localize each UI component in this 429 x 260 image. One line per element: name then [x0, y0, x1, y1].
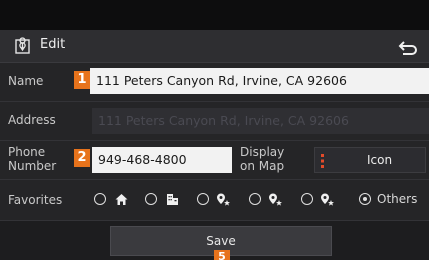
top-strip	[0, 0, 429, 30]
radio-button[interactable]	[145, 193, 157, 205]
radio-button[interactable]	[94, 193, 106, 205]
edit-screen: Edit Name 1 111 Peters Canyon Rd, Irvine…	[0, 0, 429, 260]
address-field: 111 Peters Canyon Rd, Irvine, CA 92606	[92, 108, 429, 134]
divider	[0, 220, 429, 221]
radio-button[interactable]	[197, 193, 209, 205]
radio-button[interactable]	[249, 193, 261, 205]
dropdown-indicator-icon	[321, 154, 324, 168]
page-title: Edit	[40, 37, 66, 52]
location-edit-icon	[15, 37, 30, 54]
callout-badge-2: 2	[74, 149, 90, 167]
phone-number-field[interactable]: 949-468-4800	[92, 147, 232, 173]
address-label: Address	[8, 113, 56, 127]
radio-button-selected[interactable]	[359, 193, 371, 205]
favorite-others-label: Others	[377, 192, 418, 206]
phone-label-line1: Phone	[8, 145, 46, 159]
name-field[interactable]: 111 Peters Canyon Rd, Irvine, CA 92606	[90, 68, 429, 94]
header-bar: Edit	[0, 30, 429, 63]
display-on-map-label-line2: on Map	[240, 159, 285, 173]
display-on-map-label-line1: Display	[240, 145, 285, 159]
phone-label-line2: Number	[8, 159, 57, 173]
name-label: Name	[8, 74, 44, 88]
radio-button[interactable]	[301, 193, 313, 205]
callout-badge-1: 1	[74, 71, 90, 89]
star-pin-3-icon	[321, 193, 334, 206]
callout-badge-5: 5	[214, 250, 230, 260]
favorites-label: Favorites	[8, 193, 63, 207]
display-on-map-value: Icon	[367, 153, 393, 167]
star-pin-1-icon	[217, 193, 230, 206]
office-icon	[167, 194, 178, 205]
home-icon	[115, 194, 128, 205]
display-on-map-selector[interactable]: Icon	[314, 147, 426, 173]
star-pin-2-icon	[269, 193, 282, 206]
back-arrow-icon[interactable]	[396, 38, 420, 56]
